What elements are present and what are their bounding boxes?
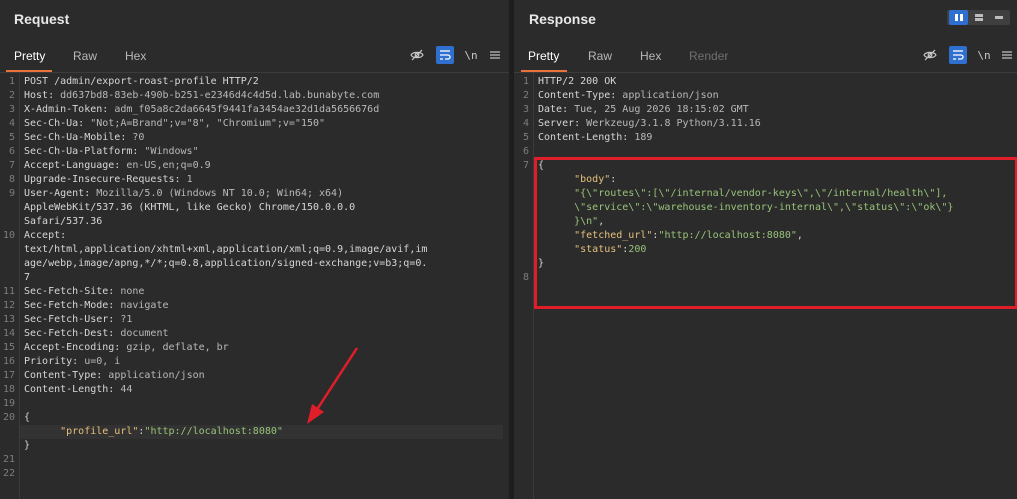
single-pane-icon[interactable] xyxy=(989,10,1008,25)
response-tab-render[interactable]: Render xyxy=(689,49,728,63)
header-value: application/json xyxy=(616,90,719,101)
red-highlight-box xyxy=(534,157,1017,309)
eye-slash-icon[interactable] xyxy=(921,46,939,64)
split-vertical-icon[interactable] xyxy=(949,10,968,25)
line-number: 5 xyxy=(522,132,529,143)
response-pane: Response Pretty Raw Hex Render \n 1 HTTP… xyxy=(514,0,1017,499)
header-name: Date: xyxy=(538,104,569,115)
header-value: Tue, 25 Aug 2026 18:15:02 GMT xyxy=(568,104,749,115)
menu-icon[interactable] xyxy=(998,46,1016,64)
code-line: Date: Tue, 25 Aug 2026 18:15:02 GMT xyxy=(538,103,749,117)
view-layout-toggle xyxy=(947,10,1010,25)
line-number: 4 xyxy=(522,118,529,129)
request-pane: Request Pretty Raw Hex \n 1 POST /admin/e… xyxy=(0,0,509,499)
newline-icon[interactable]: \n xyxy=(975,46,993,64)
code-line: Server: Werkzeug/3.1.8 Python/3.11.16 xyxy=(538,117,761,131)
line-number: 3 xyxy=(522,104,529,115)
response-title: Response xyxy=(529,11,596,27)
line-number: 6 xyxy=(522,146,529,157)
wrap-icon[interactable] xyxy=(949,46,967,64)
line-number: 7 xyxy=(522,160,529,171)
code-line: Content-Length: 189 xyxy=(538,131,652,145)
response-tabbar: Pretty Raw Hex Render \n xyxy=(514,38,1017,72)
header-value: 189 xyxy=(628,132,653,143)
header-name: Content-Type: xyxy=(538,90,617,101)
code-text: HTTP/2 200 OK xyxy=(538,76,617,87)
response-tab-pretty[interactable]: Pretty xyxy=(528,49,559,63)
header-name: Content-Length: xyxy=(538,132,629,143)
header-name: Server: xyxy=(538,118,581,129)
response-tab-raw[interactable]: Raw xyxy=(588,49,612,63)
line-number: 1 xyxy=(522,76,529,87)
code-line: Content-Type: application/json xyxy=(538,89,719,103)
line-number: 8 xyxy=(522,272,529,283)
code-line: HTTP/2 200 OK xyxy=(538,75,616,89)
header-value: Werkzeug/3.1.8 Python/3.11.16 xyxy=(580,118,761,129)
line-number: 2 xyxy=(522,90,529,101)
response-tab-hex[interactable]: Hex xyxy=(640,49,661,63)
red-arrow-annotation xyxy=(307,347,359,424)
split-horizontal-icon[interactable] xyxy=(969,10,988,25)
